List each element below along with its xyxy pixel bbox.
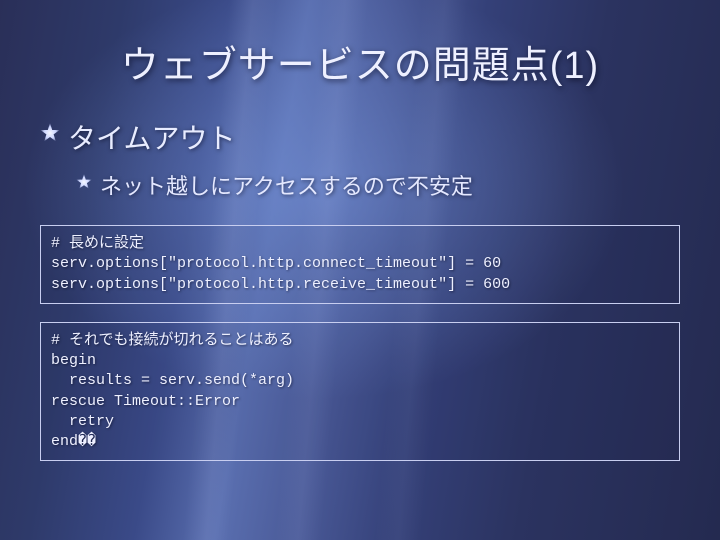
code-block-2: # それでも接続が切れることはある begin results = serv.s… (40, 322, 680, 462)
bullet-text: タイムアウト (68, 117, 235, 157)
slide: ウェブサービスの問題点(1) タイムアウト ネット越しにアクセスするので不安定 … (0, 0, 720, 540)
bullet-text: ネット越しにアクセスするので不安定 (100, 169, 473, 201)
star-icon (40, 123, 60, 143)
bullet-level2: ネット越しにアクセスするので不安定 (76, 169, 684, 201)
slide-title: ウェブサービスの問題点(1) (36, 34, 684, 89)
code-block-1: # 長めに設定 serv.options["protocol.http.conn… (40, 225, 680, 304)
star-icon (76, 174, 92, 190)
bullet-level1: タイムアウト (40, 117, 684, 157)
